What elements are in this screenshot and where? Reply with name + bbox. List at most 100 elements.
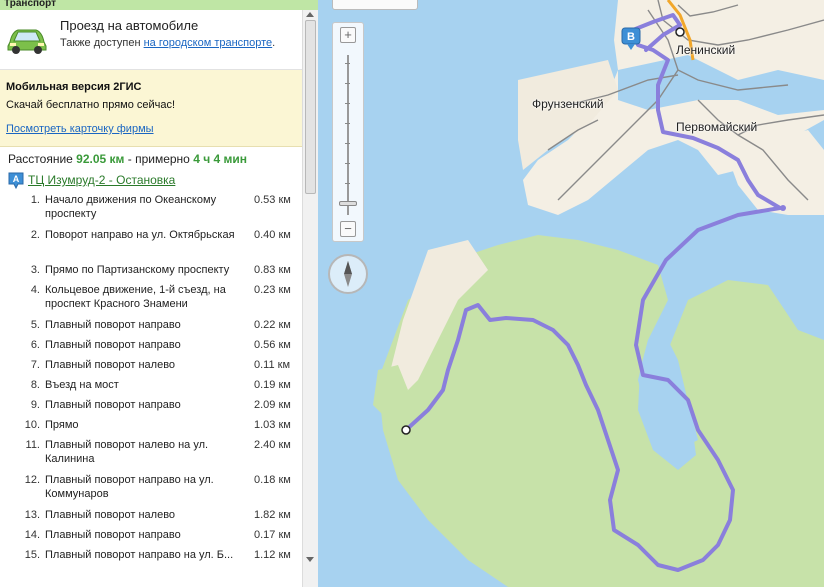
step-text: Плавный поворот налево на ул. Калинина [45,439,209,465]
step-text: Начало движения по Океанскому проспекту [45,194,217,220]
public-transport-link[interactable]: на городском транспорте [144,37,273,49]
step-number: 13. [24,509,40,521]
car-route-title: Проезд на автомобиле [60,18,199,33]
step-text: Плавный поворот налево [45,359,176,371]
step-number: 2. [30,229,40,241]
distance-value: 92.05 км [76,152,125,166]
place-frunzensky: Фрунзенский [532,97,604,111]
step-distance: 1.82 км [254,509,291,521]
location-marker-icon: A [8,172,24,189]
map-view[interactable]: B Ленинский Фрунзенский Первомайский + − [318,0,824,587]
mobile-promo-box: Мобильная версия 2ГИС Скачай бесплатно п… [0,70,302,147]
step-distance: 0.17 км [254,529,291,541]
step-distance: 1.03 км [254,419,291,431]
step-text: Плавный поворот направо на ул. Коммунаро… [45,474,214,500]
route-step[interactable]: 2. Поворот направо на ул. Октябрьская 0.40… [0,227,302,262]
zoom-track[interactable] [347,55,349,215]
route-step[interactable]: 14. Плавный поворот направо 0.17 км [0,527,302,547]
route-step[interactable]: 1. Начало движения по Океанскому проспект… [0,192,302,227]
step-distance: 2.09 км [254,399,291,411]
step-number: 14. [24,529,40,541]
step-text: Кольцевое движение, 1-й съезд, на проспе… [45,284,226,310]
route-step[interactable]: 6. Плавный поворот направо 0.56 км [0,337,302,357]
step-number: 7. [30,359,40,371]
map-canvas[interactable]: B [318,0,824,587]
route-start-dot [675,27,685,37]
distance-label: Расстояние [8,152,77,166]
step-text: Плавный поворот направо на ул. Б... [45,549,234,561]
route-step[interactable]: 12. Плавный поворот направо на ул. Коммун… [0,472,302,507]
car-icon [7,29,47,54]
step-text: Прямо [45,419,79,431]
car-sub-prefix: Также доступен [60,37,144,49]
step-number: 4. [30,284,40,296]
route-step[interactable]: 11. Плавный поворот налево на ул. Калинин… [0,437,302,472]
step-number: 5. [30,319,40,331]
step-distance: 0.19 км [254,379,291,391]
map-toolbar-button[interactable] [332,0,418,10]
route-summary: Расстояние 92.05 км - примерно 4 ч 4 мин [8,152,247,166]
step-distance: 0.56 км [254,339,291,351]
step-number: 11. [25,439,40,451]
step-number: 1. [30,194,40,206]
step-distance: 0.11 км [254,359,291,371]
car-route-subtitle: Также доступен на городском транспорте. [60,37,275,49]
place-pervomaisky: Первомайский [676,120,758,134]
step-text: Плавный поворот направо [45,529,181,541]
zoom-control[interactable]: + − [332,22,364,242]
step-number: 12. [24,474,40,486]
step-text: Прямо по Партизанскому проспекту [45,264,230,276]
compass-icon[interactable] [328,254,368,294]
step-distance: 2.40 км [254,439,291,451]
zoom-slider-handle[interactable] [339,201,357,206]
step-distance: 0.40 км [254,229,291,241]
panel-bottom-bar [0,575,302,587]
step-text: Поворот направо на ул. Октябрьская [45,229,235,241]
route-end-dot [401,425,411,435]
step-number: 3. [30,264,40,276]
start-badge-label: B [627,31,635,43]
step-number: 6. [30,339,40,351]
scroll-down-arrow-icon[interactable] [306,557,314,562]
promo-title: Мобильная версия 2ГИС [6,81,142,93]
step-distance: 0.18 км [254,474,291,486]
route-step[interactable]: 5. Плавный поворот направо 0.22 км [0,317,302,337]
route-step[interactable]: 9. Плавный поворот направо 2.09 км [0,397,302,417]
destination-badge: A [13,174,20,184]
place-leninsky: Ленинский [676,43,736,57]
promo-text: Скачай бесплатно прямо сейчас! [6,99,176,111]
scroll-up-arrow-icon[interactable] [306,12,314,17]
step-number: 15. [24,549,40,561]
step-distance: 0.53 км [254,194,291,206]
step-distance: 0.83 км [254,264,291,276]
step-number: 9. [30,399,40,411]
step-text: Плавный поворот направо [45,339,181,351]
directions-panel: Транспорт Проезд на автомобиле Также дос… [0,0,318,587]
step-distance: 0.23 км [254,284,291,296]
route-step[interactable]: 3. Прямо по Партизанскому проспекту 0.83 к… [0,262,302,282]
route-step[interactable]: 13. Плавный поворот налево 1.82 км [0,507,302,527]
panel-scrollbar[interactable] [302,10,318,587]
destination-link[interactable]: ТЦ Изумруд-2 - Остановка [28,173,175,187]
step-text: Плавный поворот налево [45,509,176,521]
route-step[interactable]: 10. Прямо 1.03 км [0,417,302,437]
summary-mid: - примерно [124,152,194,166]
step-distance: 1.12 км [254,549,291,561]
route-step[interactable]: 4. Кольцевое движение, 1-й съезд, на прос… [0,282,302,317]
route-step[interactable]: 8. Въезд на мост 0.19 км [0,377,302,397]
zoom-tick [345,143,350,144]
step-number: 8. [30,379,40,391]
scroll-thumb[interactable] [305,20,316,194]
step-text: Въезд на мост [45,379,119,391]
step-distance: 0.22 км [254,319,291,331]
route-step[interactable]: 7. Плавный поворот налево 0.11 км [0,357,302,377]
zoom-tick [345,83,350,84]
zoom-tick [345,63,350,64]
panel-title: Транспорт [0,0,318,10]
zoom-tick [345,163,350,164]
route-steps-list: 1. Начало движения по Океанскому проспект… [0,192,302,582]
zoom-in-button[interactable]: + [340,27,356,43]
step-text: Плавный поворот направо [45,319,181,331]
company-card-link[interactable]: Посмотреть карточку фирмы [6,123,154,135]
zoom-out-button[interactable]: − [340,221,356,237]
